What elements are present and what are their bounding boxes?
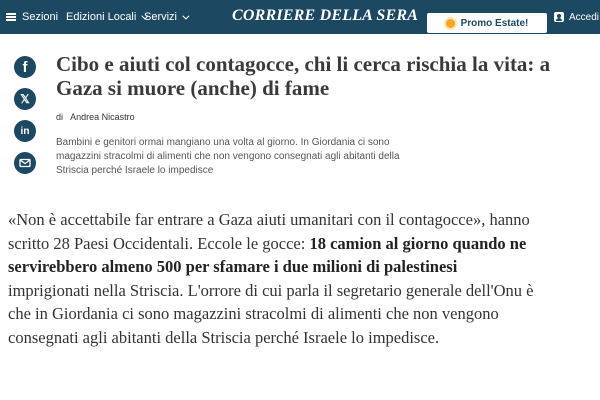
- x-share-icon[interactable]: 𝕏: [14, 88, 36, 110]
- chevron-down-icon: [182, 12, 190, 20]
- edizioni-locali-label: Edizioni Locali: [66, 11, 137, 23]
- promo-label: Promo Estate!: [460, 17, 529, 29]
- accedi-label: Accedi: [569, 11, 600, 23]
- top-navigation-bar: Sezioni Edizioni Locali Servizi Corriere…: [0, 0, 600, 34]
- envelope-icon: [19, 158, 31, 168]
- sezioni-label: Sezioni: [22, 11, 59, 23]
- article-headline: Cibo e aiuti col contagocce, chi li cerc…: [56, 52, 551, 100]
- article-summary: Bambini e genitori ormai mangiano una vo…: [56, 137, 400, 176]
- user-icon: [554, 12, 564, 22]
- servizi-label: Servizi: [144, 11, 178, 23]
- hamburger-icon: [6, 13, 16, 21]
- accedi-button[interactable]: Accedi: [554, 0, 599, 34]
- facebook-share-icon[interactable]: f: [14, 56, 36, 78]
- email-share-icon[interactable]: [14, 152, 36, 174]
- site-logo[interactable]: Corriere della Sera: [232, 7, 418, 27]
- linkedin-share-icon[interactable]: in: [14, 120, 36, 142]
- body-text-part2: imprigionati nella Striscia. L'orrore di…: [8, 280, 534, 347]
- byline-prefix: di: [56, 112, 64, 122]
- edizioni-locali-dropdown[interactable]: Edizioni Locali: [66, 0, 149, 34]
- byline: di Andrea Nicastro: [56, 112, 135, 122]
- promo-estate-button[interactable]: Promo Estate!: [427, 13, 547, 33]
- article-body-paragraph: «Non è accettabile far entrare a Gaza ai…: [8, 208, 538, 349]
- sezioni-menu-button[interactable]: Sezioni: [6, 0, 58, 34]
- servizi-dropdown[interactable]: Servizi: [144, 0, 190, 34]
- sun-icon: [445, 18, 455, 28]
- author-link[interactable]: Andrea Nicastro: [70, 112, 135, 122]
